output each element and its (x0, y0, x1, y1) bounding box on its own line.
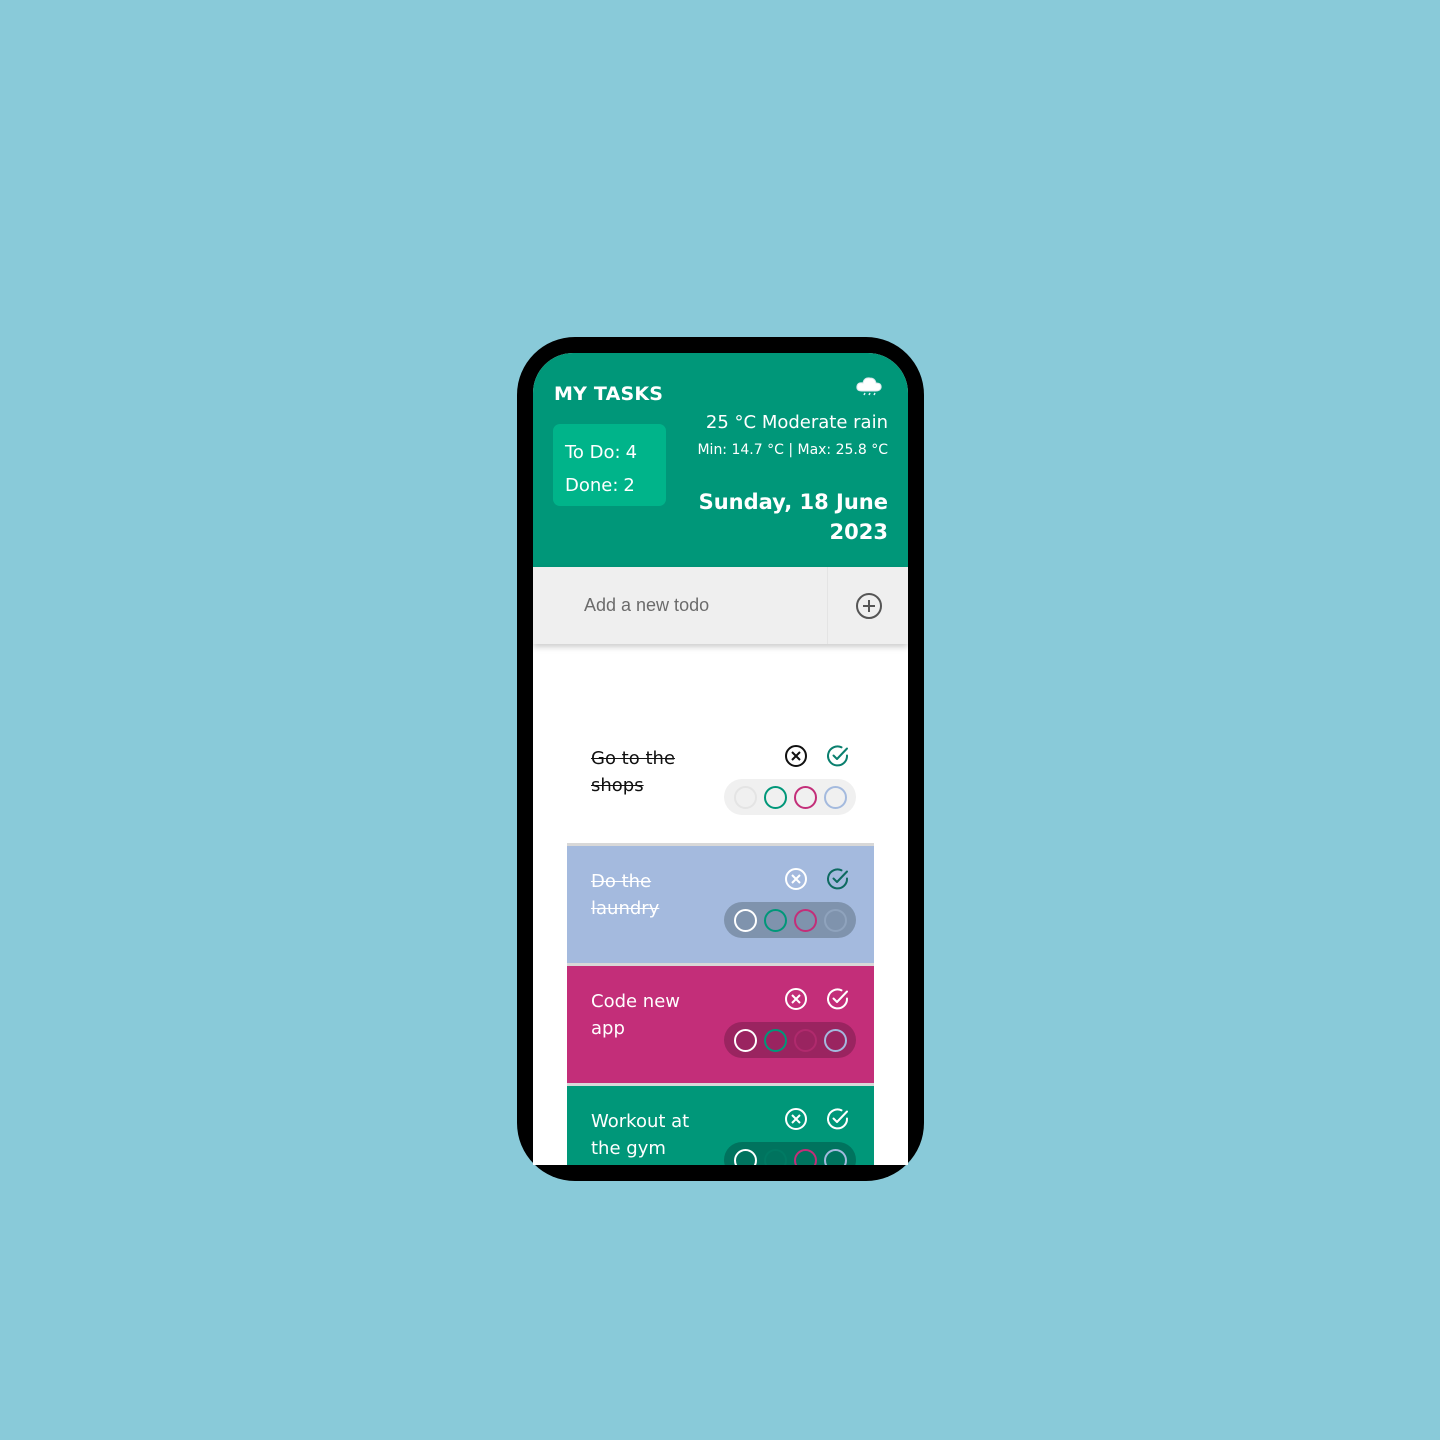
close-circle-icon (785, 868, 807, 890)
complete-todo-button[interactable] (825, 866, 851, 892)
done-count-label: Done: (565, 475, 619, 496)
delete-todo-button[interactable] (783, 866, 809, 892)
todo-item[interactable]: Do the laundry (567, 843, 874, 963)
weather-summary: 25 °C Moderate rain (705, 412, 888, 433)
color-swatch-white[interactable] (733, 1028, 757, 1052)
check-circle-icon (827, 1108, 849, 1130)
todo-text: Code new app (591, 991, 681, 1039)
task-counter: To Do: 4 Done: 2 (553, 424, 666, 506)
app-screen: MY TASKS To Do: 4 Done: 2 25 °C Moderate r… (533, 353, 908, 1165)
color-swatch-blue[interactable] (823, 1148, 847, 1165)
color-swatch-white[interactable] (733, 908, 757, 932)
color-swatch-white[interactable] (733, 1148, 757, 1165)
color-swatch-green[interactable] (763, 1148, 787, 1165)
close-circle-icon (785, 1108, 807, 1130)
color-swatch-pink[interactable] (793, 785, 817, 809)
close-circle-icon (785, 988, 807, 1010)
weather-min-max: Min: 14.7 °C | Max: 25.8 °C (697, 442, 888, 458)
current-date: Sunday, 18 June 2023 (698, 490, 888, 544)
color-swatch-green[interactable] (763, 908, 787, 932)
check-circle-icon (827, 745, 849, 767)
check-circle-icon (827, 988, 849, 1010)
app-header: MY TASKS To Do: 4 Done: 2 25 °C Moderate r… (533, 353, 908, 567)
todo-text: Do the laundry (591, 871, 660, 919)
phone-frame: MY TASKS To Do: 4 Done: 2 25 °C Moderate r… (517, 337, 924, 1181)
color-picker (724, 902, 856, 938)
color-swatch-white[interactable] (733, 785, 757, 809)
color-swatch-green[interactable] (763, 785, 787, 809)
cloud-rain-icon (856, 377, 882, 396)
page-title: MY TASKS (554, 383, 664, 405)
color-picker (724, 1022, 856, 1058)
color-swatch-blue[interactable] (823, 785, 847, 809)
done-count-value: 2 (623, 475, 635, 496)
color-swatch-blue[interactable] (823, 1028, 847, 1052)
delete-todo-button[interactable] (783, 743, 809, 769)
color-swatch-pink[interactable] (793, 908, 817, 932)
todo-count-row: To Do: 4 (565, 436, 666, 469)
complete-todo-button[interactable] (825, 1106, 851, 1132)
complete-todo-button[interactable] (825, 986, 851, 1012)
done-count-row: Done: 2 (565, 469, 666, 502)
todo-item[interactable]: Workout at the gym (567, 1083, 874, 1165)
plus-circle-icon (855, 592, 882, 619)
delete-todo-button[interactable] (783, 986, 809, 1012)
color-swatch-pink[interactable] (793, 1148, 817, 1165)
color-swatch-pink[interactable] (793, 1028, 817, 1052)
todo-item[interactable]: Go to the shops (567, 723, 874, 840)
close-circle-icon (785, 745, 807, 767)
delete-todo-button[interactable] (783, 1106, 809, 1132)
todo-item[interactable]: Code new app (567, 963, 874, 1083)
color-swatch-green[interactable] (763, 1028, 787, 1052)
color-swatch-blue[interactable] (823, 908, 847, 932)
color-picker (724, 1142, 856, 1165)
complete-todo-button[interactable] (825, 743, 851, 769)
todo-count-value: 4 (625, 442, 638, 463)
color-picker (724, 779, 856, 815)
add-todo-bar (533, 567, 908, 644)
todo-count-label: To Do: (565, 442, 621, 463)
todo-text: Go to the shops (591, 748, 676, 796)
add-todo-button[interactable] (827, 567, 908, 644)
todo-text: Workout at the gym (591, 1111, 690, 1159)
add-todo-input[interactable] (533, 567, 825, 644)
check-circle-icon (827, 868, 849, 890)
